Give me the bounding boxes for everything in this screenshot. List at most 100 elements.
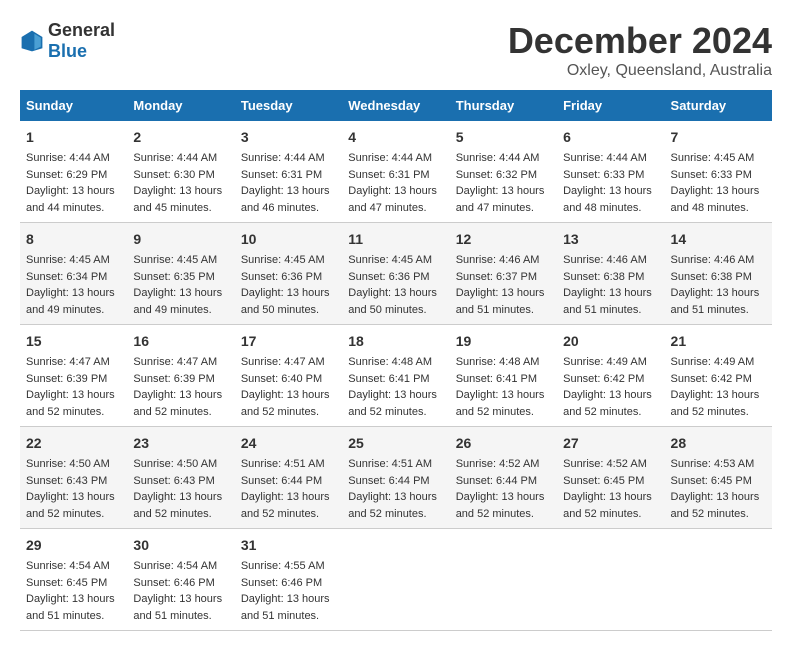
header-sunday: Sunday: [20, 90, 127, 121]
sunset-label: Sunset: 6:36 PM: [241, 271, 322, 283]
day-cell-28: 28Sunrise: 4:53 AMSunset: 6:45 PMDayligh…: [665, 427, 772, 529]
sunset-label: Sunset: 6:42 PM: [671, 373, 752, 385]
week-row-3: 15Sunrise: 4:47 AMSunset: 6:39 PMDayligh…: [20, 325, 772, 427]
day-cell-12: 12Sunrise: 4:46 AMSunset: 6:37 PMDayligh…: [450, 223, 557, 325]
sunrise-label: Sunrise: 4:55 AM: [241, 560, 325, 572]
day-number: 10: [241, 229, 336, 250]
day-number: 17: [241, 331, 336, 352]
day-cell-2: 2Sunrise: 4:44 AMSunset: 6:30 PMDaylight…: [127, 121, 234, 223]
empty-cell: [342, 529, 449, 631]
sunrise-label: Sunrise: 4:46 AM: [671, 254, 755, 266]
sunset-label: Sunset: 6:46 PM: [133, 577, 214, 589]
day-number: 6: [563, 127, 658, 148]
logo-general: General: [48, 20, 115, 40]
day-cell-21: 21Sunrise: 4:49 AMSunset: 6:42 PMDayligh…: [665, 325, 772, 427]
sunset-label: Sunset: 6:45 PM: [563, 475, 644, 487]
sunrise-label: Sunrise: 4:51 AM: [241, 458, 325, 470]
day-number: 8: [26, 229, 121, 250]
day-number: 30: [133, 535, 228, 556]
daylight-label: Daylight: 13 hoursand 52 minutes.: [133, 491, 222, 520]
sunset-label: Sunset: 6:32 PM: [456, 169, 537, 181]
sunrise-label: Sunrise: 4:54 AM: [133, 560, 217, 572]
day-number: 24: [241, 433, 336, 454]
sunset-label: Sunset: 6:44 PM: [241, 475, 322, 487]
sunrise-label: Sunrise: 4:48 AM: [456, 356, 540, 368]
empty-cell: [450, 529, 557, 631]
day-cell-14: 14Sunrise: 4:46 AMSunset: 6:38 PMDayligh…: [665, 223, 772, 325]
sunrise-label: Sunrise: 4:45 AM: [671, 152, 755, 164]
sunset-label: Sunset: 6:40 PM: [241, 373, 322, 385]
sunrise-label: Sunrise: 4:47 AM: [241, 356, 325, 368]
day-cell-24: 24 Sunrise: 4:51 AM Sunset: 6:44 PM Dayligh…: [235, 427, 342, 529]
calendar-table: Sunday Monday Tuesday Wednesday Thursday…: [20, 90, 772, 631]
week-row-1: 1Sunrise: 4:44 AMSunset: 6:29 PMDaylight…: [20, 121, 772, 223]
day-number: 19: [456, 331, 551, 352]
sunrise-label: Sunrise: 4:49 AM: [563, 356, 647, 368]
sunrise-label: Sunrise: 4:50 AM: [26, 458, 110, 470]
header-friday: Friday: [557, 90, 664, 121]
day-number: 12: [456, 229, 551, 250]
sunset-label: Sunset: 6:31 PM: [241, 169, 322, 181]
page-header: General Blue December 2024 Oxley, Queens…: [20, 20, 772, 80]
daylight-label: Daylight: 13 hoursand 52 minutes.: [348, 491, 437, 520]
daylight-label: Daylight: 13 hoursand 47 minutes.: [456, 185, 545, 214]
sunrise-label: Sunrise: 4:44 AM: [563, 152, 647, 164]
sunset-label: Sunset: 6:41 PM: [348, 373, 429, 385]
sunrise-label: Sunrise: 4:45 AM: [241, 254, 325, 266]
daylight-label: Daylight: 13 hoursand 50 minutes.: [241, 287, 330, 316]
sunset-label: Sunset: 6:37 PM: [456, 271, 537, 283]
sunrise-label: Sunrise: 4:44 AM: [241, 152, 325, 164]
sunset-label: Sunset: 6:33 PM: [671, 169, 752, 181]
day-cell-18: 18Sunrise: 4:48 AMSunset: 6:41 PMDayligh…: [342, 325, 449, 427]
sunrise-label: Sunrise: 4:52 AM: [456, 458, 540, 470]
sunset-label: Sunset: 6:44 PM: [456, 475, 537, 487]
daylight-label: Daylight: 13 hoursand 52 minutes.: [241, 389, 330, 418]
day-number: 27: [563, 433, 658, 454]
empty-cell: [557, 529, 664, 631]
daylight-label: Daylight: 13 hoursand 52 minutes.: [26, 491, 115, 520]
sunset-label: Sunset: 6:39 PM: [133, 373, 214, 385]
sunset-label: Sunset: 6:43 PM: [26, 475, 107, 487]
day-number: 4: [348, 127, 443, 148]
empty-cell: [665, 529, 772, 631]
daylight-label: Daylight: 13 hoursand 50 minutes.: [348, 287, 437, 316]
sunset-label: Sunset: 6:33 PM: [563, 169, 644, 181]
day-cell-23: 23Sunrise: 4:50 AMSunset: 6:43 PMDayligh…: [127, 427, 234, 529]
sunrise-label: Sunrise: 4:52 AM: [563, 458, 647, 470]
sunrise-label: Sunrise: 4:46 AM: [563, 254, 647, 266]
header-row: Sunday Monday Tuesday Wednesday Thursday…: [20, 90, 772, 121]
day-number: 21: [671, 331, 766, 352]
day-cell-20: 20Sunrise: 4:49 AMSunset: 6:42 PMDayligh…: [557, 325, 664, 427]
daylight-label: Daylight: 13 hoursand 44 minutes.: [26, 185, 115, 214]
day-cell-10: 10 Sunrise: 4:45 AM Sunset: 6:36 PM Dayligh…: [235, 223, 342, 325]
daylight-label: Daylight: 13 hoursand 52 minutes.: [241, 491, 330, 520]
sunrise-label: Sunrise: 4:48 AM: [348, 356, 432, 368]
day-number: 28: [671, 433, 766, 454]
week-row-2: 8Sunrise: 4:45 AMSunset: 6:34 PMDaylight…: [20, 223, 772, 325]
day-cell-8: 8Sunrise: 4:45 AMSunset: 6:34 PMDaylight…: [20, 223, 127, 325]
daylight-label: Daylight: 13 hoursand 51 minutes.: [241, 593, 330, 622]
day-cell-22: 22Sunrise: 4:50 AMSunset: 6:43 PMDayligh…: [20, 427, 127, 529]
sunrise-label: Sunrise: 4:45 AM: [26, 254, 110, 266]
daylight-label: Daylight: 13 hoursand 48 minutes.: [563, 185, 652, 214]
daylight-label: Daylight: 13 hoursand 52 minutes.: [133, 389, 222, 418]
day-number: 26: [456, 433, 551, 454]
day-number: 20: [563, 331, 658, 352]
day-number: 31: [241, 535, 336, 556]
day-cell-15: 15Sunrise: 4:47 AMSunset: 6:39 PMDayligh…: [20, 325, 127, 427]
day-number: 2: [133, 127, 228, 148]
sunrise-label: Sunrise: 4:45 AM: [348, 254, 432, 266]
day-number: 1: [26, 127, 121, 148]
week-row-5: 29Sunrise: 4:54 AMSunset: 6:45 PMDayligh…: [20, 529, 772, 631]
daylight-label: Daylight: 13 hoursand 51 minutes.: [671, 287, 760, 316]
sunrise-label: Sunrise: 4:51 AM: [348, 458, 432, 470]
sunrise-label: Sunrise: 4:47 AM: [26, 356, 110, 368]
sunrise-label: Sunrise: 4:46 AM: [456, 254, 540, 266]
week-row-4: 22Sunrise: 4:50 AMSunset: 6:43 PMDayligh…: [20, 427, 772, 529]
day-number: 11: [348, 229, 443, 250]
day-number: 5: [456, 127, 551, 148]
day-number: 13: [563, 229, 658, 250]
sunset-label: Sunset: 6:41 PM: [456, 373, 537, 385]
day-number: 16: [133, 331, 228, 352]
daylight-label: Daylight: 13 hoursand 52 minutes.: [563, 389, 652, 418]
